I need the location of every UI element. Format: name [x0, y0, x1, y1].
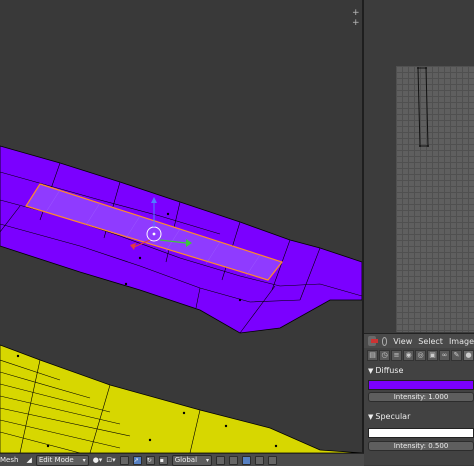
- collapse-triangle-icon: ▼: [368, 413, 374, 421]
- diffuse-title: Diffuse: [375, 366, 404, 375]
- pivot-icon[interactable]: ⊡▾: [106, 456, 115, 464]
- constraint-icon[interactable]: ∞: [439, 350, 450, 361]
- rotate-icon[interactable]: ↻: [145, 455, 155, 465]
- image-editor-header: View Select Image: [364, 333, 474, 348]
- specular-color-swatch[interactable]: [368, 428, 474, 438]
- translate-icon[interactable]: ↗: [132, 455, 142, 465]
- render-icon[interactable]: ◷: [379, 350, 390, 361]
- specular-title: Specular: [375, 412, 411, 421]
- editor-type-icon[interactable]: ▤: [367, 350, 378, 361]
- object-label: Mesh: [0, 456, 19, 464]
- collapse-triangle-icon: ▼: [368, 367, 374, 375]
- vertex-select-icon[interactable]: [216, 455, 226, 465]
- viewport-header: Mesh ◢ Edit Mode ●▾ ⊡▾ ↗ ↻ ▪ Global: [0, 453, 364, 466]
- menu-select[interactable]: Select: [418, 337, 443, 346]
- viewport-scene: [0, 145, 362, 453]
- scene-icon[interactable]: ◉: [403, 350, 414, 361]
- pin-icon[interactable]: [381, 336, 388, 346]
- diffuse-intensity-slider[interactable]: Intensity: 1.000: [368, 392, 474, 402]
- material-icon[interactable]: ●: [463, 350, 474, 361]
- modifier-icon[interactable]: ✎: [451, 350, 462, 361]
- mode-icon: ◢: [26, 456, 32, 464]
- editor-type-icon[interactable]: [368, 336, 378, 346]
- proportional-icon[interactable]: [268, 455, 278, 465]
- uv-grid: [396, 66, 474, 332]
- diffuse-color-swatch[interactable]: [368, 380, 474, 390]
- manipulator-icon[interactable]: [119, 455, 129, 465]
- scale-icon[interactable]: ▪: [158, 455, 168, 465]
- mode-selector[interactable]: Edit Mode: [35, 454, 89, 466]
- context-tabs: ▤ ◷ ≡ ◉ ◎ ▣ ∞ ✎ ●: [367, 350, 474, 361]
- specular-panel-header[interactable]: ▼ Specular: [368, 412, 410, 421]
- 3d-viewport[interactable]: [0, 0, 362, 453]
- diffuse-panel-header[interactable]: ▼ Diffuse: [368, 366, 403, 375]
- edge-select-icon[interactable]: [229, 455, 239, 465]
- specular-intensity-slider[interactable]: Intensity: 0.500: [368, 441, 474, 451]
- world-icon[interactable]: ◎: [415, 350, 426, 361]
- right-column: View Select Image ▤ ◷ ≡ ◉ ◎ ▣ ∞ ✎ ● ▼ Dif…: [364, 0, 474, 465]
- occlude-icon[interactable]: [255, 455, 265, 465]
- properties-panel: ▤ ◷ ≡ ◉ ◎ ▣ ∞ ✎ ● ▼ Diffuse Intensity: 1.…: [364, 348, 474, 465]
- orientation-selector[interactable]: Global: [171, 454, 213, 466]
- menu-image[interactable]: Image: [449, 337, 474, 346]
- face-select-icon[interactable]: [242, 455, 252, 465]
- uv-image-editor[interactable]: [364, 0, 474, 333]
- menu-view[interactable]: View: [393, 337, 412, 346]
- layers-icon[interactable]: ≡: [391, 350, 402, 361]
- ground-mesh[interactable]: [0, 344, 362, 453]
- uv-island[interactable]: [416, 67, 430, 147]
- object-icon[interactable]: ▣: [427, 350, 438, 361]
- shading-selector[interactable]: ●▾: [93, 456, 103, 464]
